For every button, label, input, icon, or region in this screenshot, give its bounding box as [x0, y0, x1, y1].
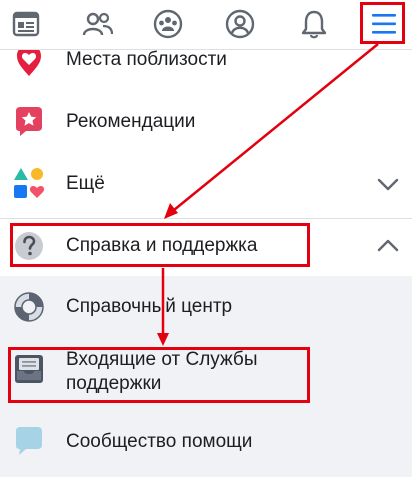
friends-icon[interactable] — [76, 4, 120, 44]
menu-item-label: Места поблизости — [66, 49, 227, 70]
menu-item-label: Справочный центр — [66, 296, 233, 317]
menu-item-label: Сообщество помощи — [66, 431, 253, 452]
menu-item-label: Рекомендации — [66, 111, 196, 132]
star-badge-icon — [12, 105, 46, 139]
annotation-highlight-menu — [360, 2, 405, 44]
annotation-highlight-inbox — [8, 347, 310, 403]
top-navigation-bar — [0, 0, 412, 50]
shapes-icon — [12, 166, 46, 200]
menu-item-more[interactable]: Ещё — [0, 158, 412, 210]
chevron-down-icon[interactable] — [376, 172, 400, 196]
news-feed-icon[interactable] — [4, 4, 48, 44]
chevron-up-icon[interactable] — [376, 234, 400, 258]
menu-item-help-community[interactable]: Сообщество помощи — [0, 414, 412, 470]
groups-icon[interactable] — [146, 4, 190, 44]
annotation-highlight-help — [10, 223, 310, 267]
lifebuoy-icon — [12, 290, 46, 324]
menu-item-recommendations[interactable]: Рекомендации — [0, 98, 412, 148]
notifications-bell-icon[interactable] — [292, 4, 336, 44]
profile-icon[interactable] — [218, 4, 262, 44]
menu-item-label: Ещё — [66, 173, 105, 194]
speech-bubble-icon — [12, 425, 46, 459]
menu-item-help-center[interactable]: Справочный центр — [0, 280, 412, 336]
